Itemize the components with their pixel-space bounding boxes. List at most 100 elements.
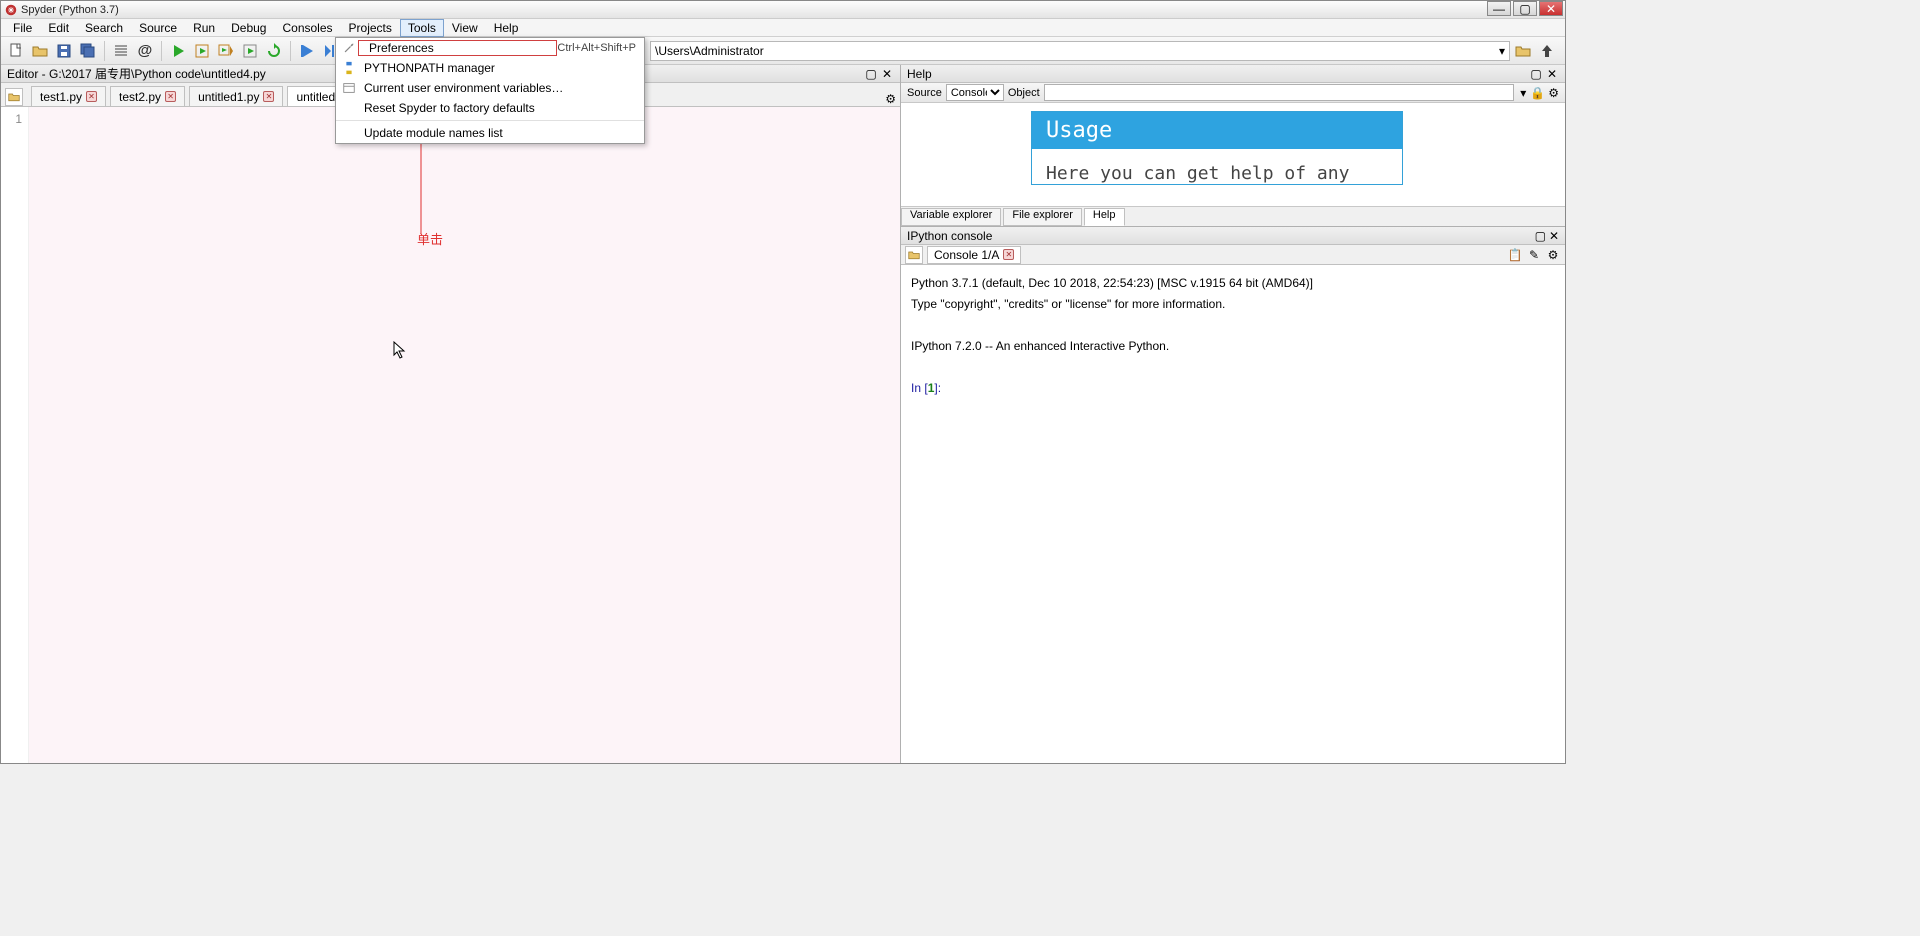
run-selection-button[interactable] xyxy=(239,40,261,62)
menu-file[interactable]: File xyxy=(5,19,40,37)
save-all-button[interactable] xyxy=(77,40,99,62)
menu-item-update-modules[interactable]: Update module names list xyxy=(336,123,644,143)
menu-run[interactable]: Run xyxy=(185,19,223,37)
save-button[interactable] xyxy=(53,40,75,62)
menu-edit[interactable]: Edit xyxy=(40,19,77,37)
main-area: Editor - G:\2017 届专用\Python code\untitle… xyxy=(1,65,1565,763)
close-panel-icon[interactable]: ✕ xyxy=(1549,229,1559,243)
prompt-close: ]: xyxy=(934,381,944,395)
edit-icon[interactable]: ✎ xyxy=(1526,247,1542,263)
console-tabs: Console 1/A ✕ 📋 ✎ ⚙ xyxy=(901,245,1565,265)
working-dir-path: \Users\Administrator xyxy=(655,44,764,58)
undock-icon[interactable]: ▢ xyxy=(1529,67,1543,81)
editor-gutter: 1 xyxy=(1,107,29,763)
object-input[interactable] xyxy=(1044,84,1515,101)
console-browse-button[interactable] xyxy=(905,246,923,264)
tools-menu-dropdown: Preferences Ctrl+Alt+Shift+P PYTHONPATH … xyxy=(335,37,645,144)
tab-close-icon[interactable]: ✕ xyxy=(86,91,97,102)
working-dir-box[interactable]: \Users\Administrator ▾ xyxy=(650,41,1510,61)
usage-body: Here you can get help of any xyxy=(1032,149,1402,184)
object-label: Object xyxy=(1008,87,1040,99)
undock-icon[interactable]: ▢ xyxy=(864,67,878,81)
console-options-icon[interactable]: ⚙ xyxy=(1545,247,1561,263)
toolbar-separator xyxy=(161,41,162,61)
editor-panel: Editor - G:\2017 届专用\Python code\untitle… xyxy=(1,65,901,763)
console-body[interactable]: Python 3.7.1 (default, Dec 10 2018, 22:5… xyxy=(901,265,1565,763)
editor-tab[interactable]: test1.py✕ xyxy=(31,86,106,106)
lines-button[interactable] xyxy=(110,40,132,62)
run-cell-advance-button[interactable] xyxy=(215,40,237,62)
maximize-button[interactable]: ▢ xyxy=(1513,1,1537,16)
at-button[interactable]: @ xyxy=(134,40,156,62)
undock-icon[interactable]: ▢ xyxy=(1535,229,1546,243)
menu-consoles[interactable]: Consoles xyxy=(274,19,340,37)
console-header: IPython console ▢ ✕ xyxy=(901,227,1565,245)
lock-icon[interactable]: 🔒 xyxy=(1530,86,1545,100)
editor-options-icon[interactable]: ⚙ xyxy=(885,92,896,106)
toolbar: @ \Users\Administrator ▾ xyxy=(1,37,1565,65)
usage-title: Usage xyxy=(1032,112,1402,149)
help-options-icon[interactable]: ⚙ xyxy=(1548,86,1559,100)
editor-header-text: Editor - G:\2017 届专用\Python code\untitle… xyxy=(7,65,266,82)
close-button[interactable]: ✕ xyxy=(1539,1,1563,16)
toolbar-separator xyxy=(290,41,291,61)
run-cell-button[interactable] xyxy=(191,40,213,62)
source-select[interactable]: Console xyxy=(946,84,1004,101)
tab-close-icon[interactable]: ✕ xyxy=(165,91,176,102)
menu-bar: File Edit Search Source Run Debug Consol… xyxy=(1,19,1565,37)
menu-tools[interactable]: Tools xyxy=(400,19,444,37)
help-tabs: Variable explorer File explorer Help xyxy=(901,206,1565,226)
env-icon xyxy=(340,81,358,95)
new-file-button[interactable] xyxy=(5,40,27,62)
right-panel: Help ▢ ✕ Source Console Object ▾ 🔒 ⚙ xyxy=(901,65,1565,763)
editor-tab[interactable]: test2.py✕ xyxy=(110,86,185,106)
chevron-down-icon: ▾ xyxy=(1520,86,1526,100)
menu-projects[interactable]: Projects xyxy=(341,19,400,37)
tab-browse-button[interactable] xyxy=(5,88,23,106)
minimize-button[interactable]: — xyxy=(1487,1,1511,16)
code-area[interactable] xyxy=(29,107,900,763)
browse-dir-button[interactable] xyxy=(1512,40,1534,62)
chevron-down-icon: ▾ xyxy=(1499,44,1505,58)
menu-search[interactable]: Search xyxy=(77,19,131,37)
window-controls: — ▢ ✕ xyxy=(1485,1,1563,16)
menu-item-pythonpath[interactable]: PYTHONPATH manager xyxy=(336,58,644,78)
annotation-text: 单击 xyxy=(417,229,443,248)
menu-help[interactable]: Help xyxy=(486,19,527,37)
menu-separator xyxy=(336,120,644,121)
console-panel: IPython console ▢ ✕ Console 1/A ✕ 📋 ✎ xyxy=(901,227,1565,763)
parent-dir-button[interactable] xyxy=(1536,40,1558,62)
close-panel-icon[interactable]: ✕ xyxy=(1545,67,1559,81)
window-title: Spyder (Python 3.7) xyxy=(21,4,1561,16)
menu-item-env-vars[interactable]: Current user environment variables… xyxy=(336,78,644,98)
help-content: Usage Here you can get help of any xyxy=(901,103,1565,206)
tab-file-explorer[interactable]: File explorer xyxy=(1003,208,1082,226)
close-panel-icon[interactable]: ✕ xyxy=(880,67,894,81)
help-panel: Help ▢ ✕ Source Console Object ▾ 🔒 ⚙ xyxy=(901,65,1565,227)
help-panel-title: Help xyxy=(907,67,932,81)
tab-help[interactable]: Help xyxy=(1084,208,1125,226)
help-panel-header: Help ▢ ✕ xyxy=(901,65,1565,83)
menu-source[interactable]: Source xyxy=(131,19,185,37)
console-tab[interactable]: Console 1/A ✕ xyxy=(927,246,1021,264)
toolbar-separator xyxy=(104,41,105,61)
tab-variable-explorer[interactable]: Variable explorer xyxy=(901,208,1001,226)
source-label: Source xyxy=(907,87,942,99)
debug-button[interactable] xyxy=(296,40,318,62)
spyder-icon xyxy=(5,4,17,16)
run-button[interactable] xyxy=(167,40,189,62)
python-icon xyxy=(340,61,358,75)
editor-tab[interactable]: untitled1.py✕ xyxy=(189,86,283,106)
menu-view[interactable]: View xyxy=(444,19,486,37)
clipboard-icon[interactable]: 📋 xyxy=(1507,247,1523,263)
prompt-in: In [ xyxy=(911,381,928,395)
rerun-button[interactable] xyxy=(263,40,285,62)
tab-close-icon[interactable]: ✕ xyxy=(263,91,274,102)
editor-body[interactable]: 1 xyxy=(1,107,900,763)
tab-close-icon[interactable]: ✕ xyxy=(1003,249,1014,260)
menu-item-preferences[interactable]: Preferences Ctrl+Alt+Shift+P xyxy=(336,38,644,58)
menu-debug[interactable]: Debug xyxy=(223,19,274,37)
menu-item-reset[interactable]: Reset Spyder to factory defaults xyxy=(336,98,644,118)
title-bar: Spyder (Python 3.7) — ▢ ✕ xyxy=(1,1,1565,19)
open-file-button[interactable] xyxy=(29,40,51,62)
